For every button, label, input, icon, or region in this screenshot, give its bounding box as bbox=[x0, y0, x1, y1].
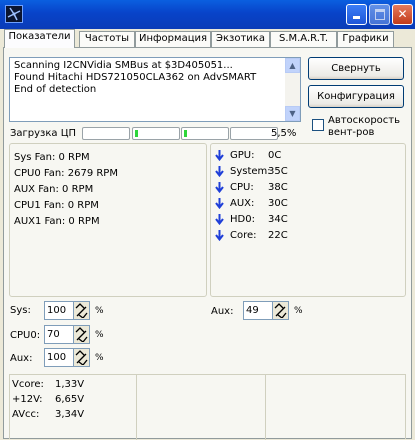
spinner-arrows-icon[interactable] bbox=[73, 302, 89, 319]
fan-row: AUX1 Fan: 0 RPM bbox=[14, 216, 100, 227]
log-scrollbar[interactable]: ▲ ▼ bbox=[285, 58, 300, 121]
arrow-down-icon bbox=[215, 198, 224, 209]
maximize-button[interactable] bbox=[369, 4, 390, 25]
cpu-load-bar bbox=[181, 127, 229, 140]
fan-row: CPU0 Fan: 2679 RPM bbox=[14, 168, 118, 179]
spinner-arrows-icon[interactable] bbox=[272, 302, 288, 319]
log-line: Found Hitachi HDS721050CLA362 on AdvSMAR… bbox=[14, 72, 257, 83]
cpu-load-bar bbox=[132, 127, 180, 140]
aux-right-speed-spinner[interactable]: 49 bbox=[243, 301, 289, 320]
log-line: Scanning I2CNVidia SMBus at $3D405051... bbox=[14, 60, 233, 71]
cpu0-speed-unit: % bbox=[95, 330, 104, 340]
tab-smart[interactable]: S.M.A.R.T. bbox=[270, 31, 337, 47]
close-button[interactable]: ✕ bbox=[392, 4, 413, 25]
log-lines: Scanning I2CNVidia SMBus at $3D405051...… bbox=[14, 60, 256, 96]
fan-app-icon[interactable] bbox=[5, 5, 23, 23]
voltage-row: AVcc: 3,34V bbox=[12, 409, 85, 420]
tab-graphs[interactable]: Графики bbox=[337, 31, 394, 47]
fan-row: CPU1 Fan: 0 RPM bbox=[14, 200, 99, 211]
scroll-down-button[interactable]: ▼ bbox=[285, 106, 300, 121]
spinner-arrows-icon[interactable] bbox=[73, 349, 89, 366]
scroll-up-button[interactable]: ▲ bbox=[285, 58, 300, 73]
tab-frequencies[interactable]: Частоты bbox=[79, 31, 135, 47]
arrow-down-icon bbox=[215, 150, 224, 161]
cpu-load-label: Загрузка ЦП bbox=[10, 128, 77, 139]
cpu-load-percent: 5,5% bbox=[271, 128, 297, 139]
voltage-list: Vcore: 1,33V +12V: 6,65V AVcc: 3,34V bbox=[12, 377, 84, 422]
sys-speed-unit: % bbox=[95, 306, 104, 316]
voltage-row: +12V: 6,65V bbox=[12, 394, 85, 405]
detection-log[interactable]: Scanning I2CNVidia SMBus at $3D405051...… bbox=[9, 57, 301, 122]
aux-speed-label: Aux: bbox=[10, 353, 33, 364]
auto-fan-speed-checkbox[interactable] bbox=[312, 119, 324, 131]
arrow-down-icon bbox=[215, 182, 224, 193]
aux-right-speed-unit: % bbox=[294, 306, 303, 316]
spinner-arrows-icon[interactable] bbox=[73, 326, 89, 343]
voltage-row: Vcore: 1,33V bbox=[12, 379, 85, 390]
auto-fan-speed-label: Автоскорость вент-ров bbox=[328, 115, 401, 138]
aux-speed-spinner[interactable]: 100 bbox=[44, 348, 90, 367]
tab-indicators[interactable]: Показатели bbox=[4, 29, 75, 48]
tab-information[interactable]: Информация bbox=[135, 31, 211, 47]
fan-list: Sys Fan: 0 RPM CPU0 Fan: 2679 RPM AUX Fa… bbox=[14, 150, 118, 230]
cpu0-speed-label: CPU0: bbox=[10, 330, 41, 341]
configuration-button[interactable]: Конфигурация bbox=[308, 85, 404, 108]
cpu-load-bar bbox=[82, 127, 130, 140]
title-bar: ✕ bbox=[0, 0, 415, 29]
cpu0-speed-spinner[interactable]: 70 bbox=[44, 325, 90, 344]
fan-row: AUX Fan: 0 RPM bbox=[14, 184, 94, 195]
aux-speed-unit: % bbox=[95, 353, 104, 363]
tab-exotic[interactable]: Экзотика bbox=[211, 31, 270, 47]
sys-speed-label: Sys: bbox=[10, 305, 31, 316]
aux-right-speed-label: Aux: bbox=[211, 306, 234, 317]
arrow-down-icon bbox=[215, 166, 224, 177]
collapse-button[interactable]: Свернуть bbox=[308, 57, 404, 80]
log-line: End of detection bbox=[14, 84, 97, 95]
minimize-button[interactable] bbox=[346, 4, 367, 25]
arrow-down-icon bbox=[215, 214, 224, 225]
arrow-down-icon bbox=[215, 230, 224, 241]
fan-row: Sys Fan: 0 RPM bbox=[14, 152, 90, 163]
sys-speed-spinner[interactable]: 100 bbox=[44, 301, 90, 320]
